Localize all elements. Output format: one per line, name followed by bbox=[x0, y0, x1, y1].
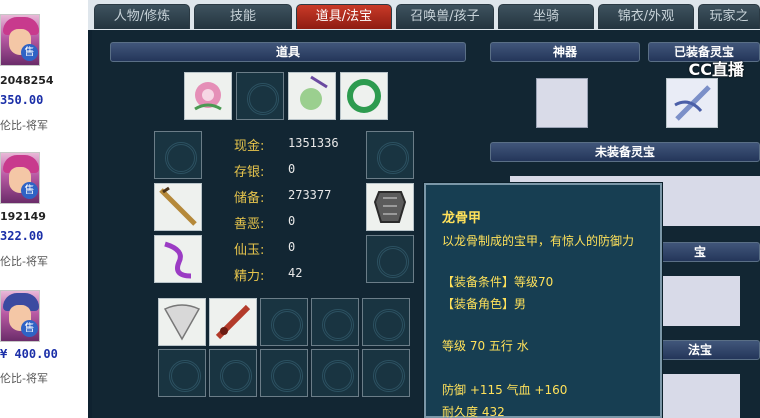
ring-icon bbox=[347, 79, 381, 113]
watermark-logo: CC直播 bbox=[688, 60, 745, 79]
jade-pendant-icon bbox=[300, 75, 328, 110]
equip-slot-sword[interactable] bbox=[154, 183, 202, 231]
stat-value: 0 bbox=[288, 240, 296, 254]
stat-value: 273377 bbox=[288, 188, 332, 202]
section-unequipped-spirit: 未装备灵宝 bbox=[490, 142, 760, 162]
equip-slot-empty[interactable] bbox=[366, 131, 414, 179]
flower-icon bbox=[194, 82, 222, 111]
tab-skills[interactable]: 技能 bbox=[194, 4, 292, 29]
listing-id: 2048254 bbox=[0, 74, 54, 87]
character-avatar[interactable]: 售 bbox=[0, 152, 40, 204]
whip-icon bbox=[164, 241, 192, 279]
sell-badge: 售 bbox=[21, 44, 38, 61]
equip-slot-empty[interactable] bbox=[236, 72, 284, 120]
stat-label: 仙玉: bbox=[234, 243, 265, 258]
tooltip-title: 龙骨甲 bbox=[442, 211, 482, 226]
tooltip-role: 【装备角色】男 bbox=[442, 297, 527, 311]
listing-price: 350.00 bbox=[0, 93, 44, 107]
inventory-grid bbox=[158, 298, 416, 418]
listing-price: 322.00 bbox=[0, 229, 44, 243]
sell-badge: 售 bbox=[21, 320, 38, 337]
blade-icon bbox=[215, 304, 251, 340]
armor-icon bbox=[373, 191, 407, 223]
stat-label: 精力: bbox=[234, 269, 265, 284]
inventory-slot-empty[interactable] bbox=[260, 298, 308, 346]
sell-badge: 售 bbox=[21, 182, 38, 199]
equip-slot-whip[interactable] bbox=[154, 235, 202, 283]
tab-character[interactable]: 人物/修炼 bbox=[94, 4, 190, 29]
character-avatar[interactable]: 售 bbox=[0, 290, 40, 342]
section-items: 道具 bbox=[110, 42, 466, 62]
equip-slot-armor[interactable] bbox=[366, 183, 414, 231]
tooltip-description: 以龙骨制成的宝甲，有惊人的防御力 bbox=[442, 234, 635, 248]
stat-value: 42 bbox=[288, 266, 303, 280]
listing-id: 192149 bbox=[0, 210, 46, 223]
tab-items[interactable]: 道具/法宝 bbox=[296, 4, 392, 29]
sword-icon bbox=[159, 186, 197, 226]
tooltip-level: 等级 70 五行 水 bbox=[442, 339, 529, 353]
equip-slot-ring[interactable] bbox=[340, 72, 388, 120]
tab-player[interactable]: 玩家之 bbox=[698, 4, 760, 29]
tooltip-durability: 耐久度 432 bbox=[442, 405, 505, 418]
currency-stats: 现金: 1351336 存银: 0 储备: 273377 善恶: 0 仙玉: 0… bbox=[234, 135, 364, 295]
stat-value: 0 bbox=[288, 214, 296, 228]
artifact-slot[interactable] bbox=[536, 78, 588, 128]
inventory-slot-empty[interactable] bbox=[209, 349, 257, 397]
character-avatar[interactable]: 售 bbox=[0, 14, 40, 66]
inventory-slot-empty[interactable] bbox=[311, 349, 359, 397]
tooltip-attributes: 防御 +115 气血 +160 bbox=[442, 383, 568, 397]
section-artifact: 神器 bbox=[490, 42, 640, 62]
equip-slot-flower[interactable] bbox=[184, 72, 232, 120]
listing-item[interactable]: 售 2048254 350.00 伦比-将军 bbox=[0, 14, 88, 134]
listing-server: 伦比-将军 bbox=[0, 119, 48, 132]
inventory-slot-empty[interactable] bbox=[362, 349, 410, 397]
equip-slot-empty[interactable] bbox=[154, 131, 202, 179]
equip-slot-jade[interactable] bbox=[288, 72, 336, 120]
inventory-slot-empty[interactable] bbox=[311, 298, 359, 346]
item-tooltip: 龙骨甲 以龙骨制成的宝甲，有惊人的防御力 【装备条件】等级70 【装备角色】男 … bbox=[424, 183, 662, 418]
tab-outfits[interactable]: 锦衣/外观 bbox=[598, 4, 694, 29]
spirit-slot-equipped[interactable] bbox=[666, 78, 718, 128]
listing-server: 伦比-将军 bbox=[0, 372, 48, 385]
spirit-sword-icon bbox=[674, 85, 711, 121]
stat-label: 存银: bbox=[234, 165, 265, 180]
tab-mounts[interactable]: 坐骑 bbox=[498, 4, 594, 29]
game-panel: 人物/修炼 技能 道具/法宝 召唤兽/孩子 坐骑 锦衣/外观 玩家之 道具 神器… bbox=[88, 0, 760, 418]
listing-column: 售 2048254 350.00 伦比-将军 售 192149 322.00 伦… bbox=[0, 0, 88, 418]
stat-label: 储备: bbox=[234, 191, 265, 206]
inventory-slot-fan[interactable] bbox=[158, 298, 206, 346]
stat-label: 善恶: bbox=[234, 217, 265, 232]
stat-label: 现金: bbox=[234, 139, 265, 154]
listing-item[interactable]: 售 192149 322.00 伦比-将军 bbox=[0, 152, 88, 270]
inventory-slot-empty[interactable] bbox=[158, 349, 206, 397]
fan-icon bbox=[163, 304, 201, 341]
listing-server: 伦比-将军 bbox=[0, 255, 48, 268]
stat-value: 1351336 bbox=[288, 136, 339, 150]
listing-price: ¥ 400.00 bbox=[0, 347, 58, 361]
stat-value: 0 bbox=[288, 162, 296, 176]
equip-slot-empty[interactable] bbox=[366, 235, 414, 283]
inventory-slot-empty[interactable] bbox=[260, 349, 308, 397]
inventory-slot-weapon[interactable] bbox=[209, 298, 257, 346]
tab-summons[interactable]: 召唤兽/孩子 bbox=[396, 4, 494, 29]
tooltip-requirement: 【装备条件】等级70 bbox=[442, 275, 554, 289]
inventory-slot-empty[interactable] bbox=[362, 298, 410, 346]
listing-item[interactable]: 售 ¥ 400.00 伦比-将军 bbox=[0, 290, 88, 400]
tab-bar: 人物/修炼 技能 道具/法宝 召唤兽/孩子 坐骑 锦衣/外观 玩家之 bbox=[88, 0, 760, 30]
